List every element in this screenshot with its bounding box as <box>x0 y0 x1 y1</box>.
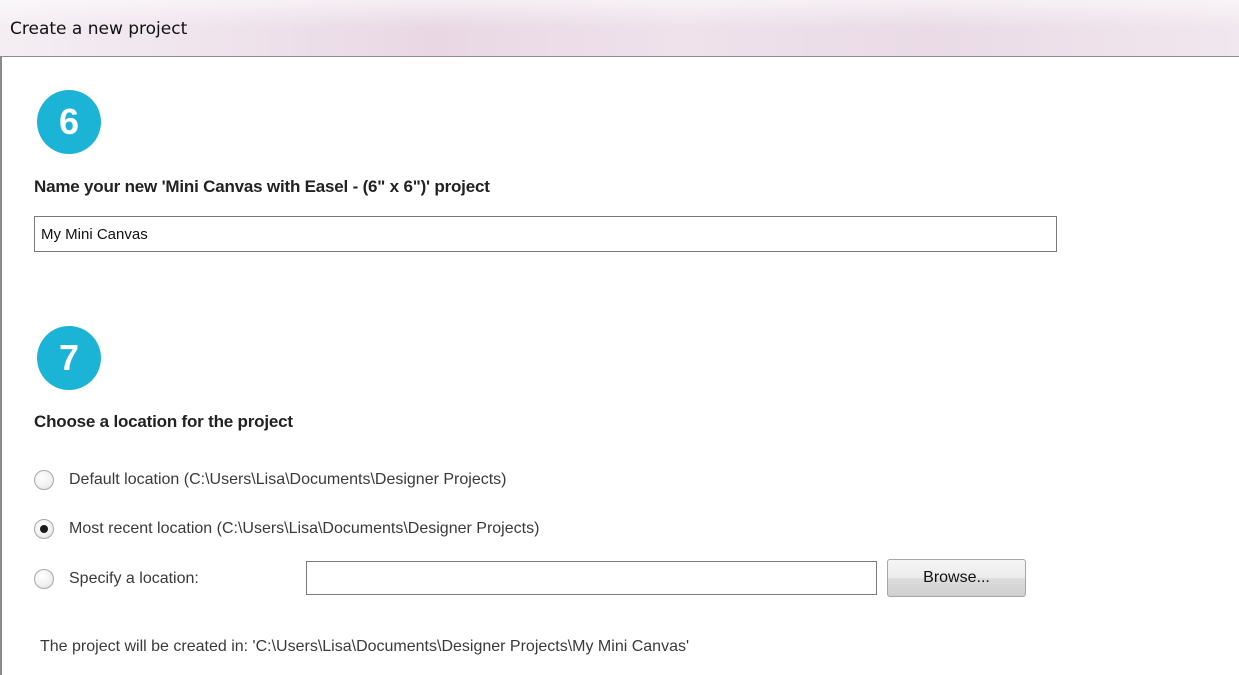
window-left-border <box>0 57 2 675</box>
location-heading: Choose a location for the project <box>34 412 293 431</box>
specify-location-label[interactable]: Specify a location: <box>69 570 199 588</box>
most-recent-location-label[interactable]: Most recent location (C:\Users\Lisa\Docu… <box>69 520 539 538</box>
default-location-label[interactable]: Default location (C:\Users\Lisa\Document… <box>69 471 507 489</box>
browse-button[interactable]: Browse... <box>887 559 1026 597</box>
most-recent-location-option[interactable]: Most recent location (C:\Users\Lisa\Docu… <box>34 516 539 542</box>
create-project-dialog: Create a new project 6 Name your new 'Mi… <box>0 0 1239 675</box>
project-path-summary: The project will be created in: 'C:\User… <box>40 638 690 655</box>
specify-location-option[interactable]: Specify a location: <box>34 566 199 592</box>
default-location-radio[interactable] <box>34 470 54 490</box>
project-name-input[interactable] <box>34 216 1057 252</box>
step-6-badge: 6 <box>37 90 101 154</box>
window-title: Create a new project <box>10 19 188 39</box>
specify-location-input[interactable] <box>306 561 877 595</box>
title-bar[interactable]: Create a new project <box>0 0 1239 57</box>
name-project-heading: Name your new 'Mini Canvas with Easel - … <box>34 177 490 196</box>
most-recent-location-radio[interactable] <box>34 519 54 539</box>
step-7-badge: 7 <box>37 326 101 390</box>
default-location-option[interactable]: Default location (C:\Users\Lisa\Document… <box>34 467 507 493</box>
specify-location-radio[interactable] <box>34 569 54 589</box>
